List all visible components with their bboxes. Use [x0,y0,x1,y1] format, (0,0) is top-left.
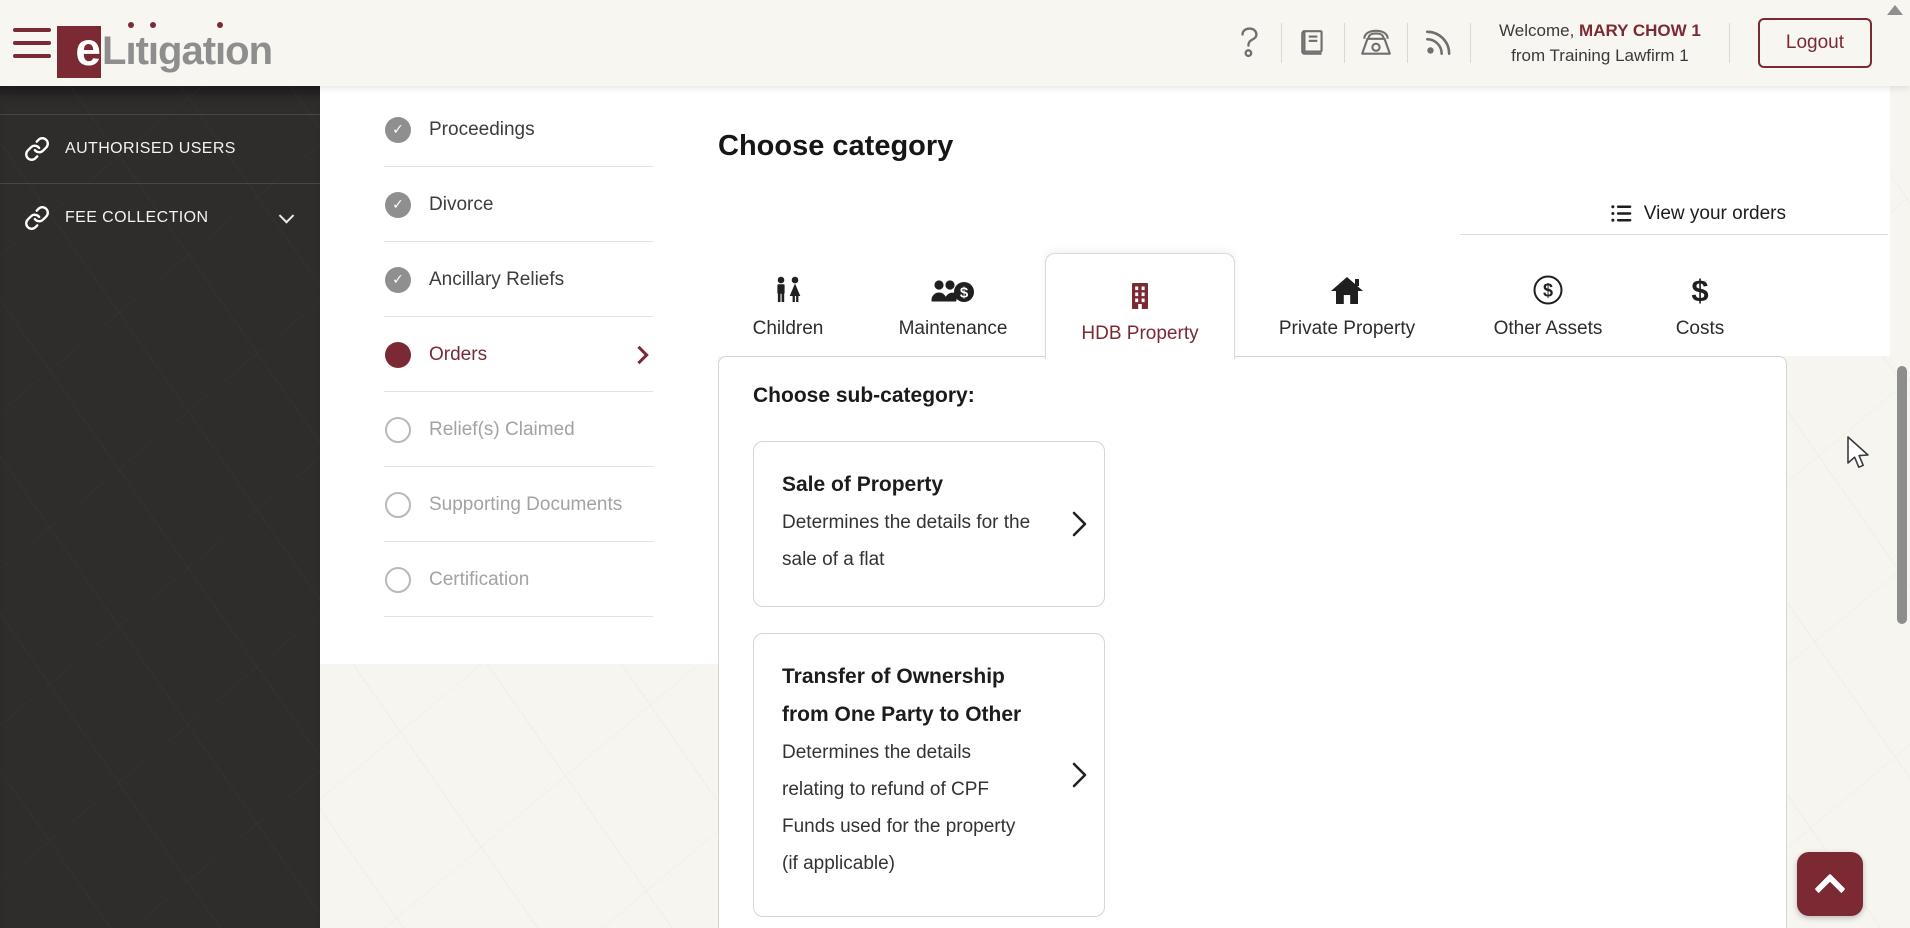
step-upcoming-icon [385,416,411,443]
house-icon [1330,274,1364,306]
sidebar-item-label: FEE COLLECTION [65,209,209,226]
help-icon[interactable] [1219,0,1281,86]
divider [1460,234,1888,235]
list-icon [1611,205,1632,222]
wizard-steps: Proceedings Divorce Ancillary Reliefs Or… [320,86,718,664]
tab-costs[interactable]: $ Costs [1612,254,1788,354]
category-panel: Choose sub-category: Sale of Property De… [718,356,1787,928]
contact-phone-icon[interactable] [1345,0,1407,86]
scroll-to-top-button[interactable] [1797,852,1863,916]
step-supporting-documents: Supporting Documents [320,467,718,542]
firm-name: from Training Lawfirm 1 [1511,46,1689,65]
page-title: Choose category [718,130,954,162]
menu-icon[interactable] [13,28,51,58]
link-icon [25,206,49,230]
tab-private-property[interactable]: Private Property [1259,254,1435,354]
link-icon [25,137,49,161]
dollar-circle-icon: $ [1532,274,1564,306]
view-your-orders-link[interactable]: View your orders [1610,202,1786,225]
tab-children[interactable]: Children [700,254,876,354]
sidebar-item-fee-collection[interactable]: FEE COLLECTION [0,183,320,252]
tab-maintenance[interactable]: $ Maintenance [865,254,1041,354]
tab-other-assets[interactable]: $ Other Assets [1460,254,1636,354]
card-sale-of-property[interactable]: Sale of Property Determines the details … [753,441,1105,607]
card-description: Determines the details for the sale of a… [782,512,1031,570]
sidebar: AUTHORISED USERS FEE COLLECTION [0,86,320,928]
app-header: e Lıtıgatıon Welcome, MARY CHOW 1 from T… [0,0,1910,86]
card-description: Determines the details relating to refun… [782,742,1016,874]
step-orders[interactable]: Orders [320,317,718,392]
children-icon [771,274,805,306]
divider [1728,23,1730,63]
scrollbar-thumb[interactable] [1897,366,1907,624]
step-upcoming-icon [385,491,411,518]
card-transfer-of-ownership[interactable]: Transfer of Ownership from One Party to … [753,633,1105,917]
step-certification: Certification [320,542,718,617]
logout-button[interactable]: Logout [1757,18,1872,68]
chevron-down-icon [278,208,295,224]
step-completed-icon [385,116,411,143]
logo-wordmark: Lıtıgatıon [102,29,273,73]
tab-hdb-property[interactable]: HDB Property [1045,253,1235,359]
card-title: Sale of Property [782,473,944,496]
dollar-icon: $ [1691,273,1709,308]
chevron-right-icon [1072,762,1087,788]
logo-mark: e [57,26,101,78]
divider [1470,23,1472,63]
subcategory-heading: Choose sub-category: [753,384,975,407]
scrollbar-up-arrow[interactable] [1887,5,1903,15]
building-icon [1127,279,1153,311]
mouse-cursor [1847,436,1869,468]
step-proceedings[interactable]: Proceedings [320,92,718,167]
page: e Lıtıgatıon Welcome, MARY CHOW 1 from T… [0,0,1910,928]
app-logo[interactable]: e Lıtıgatıon [57,26,273,78]
svg-text:$: $ [960,285,969,302]
step-ancillary-reliefs[interactable]: Ancillary Reliefs [320,242,718,317]
sidebar-item-label: AUTHORISED USERS [65,140,236,157]
svg-text:$: $ [1543,281,1553,301]
user-name: MARY CHOW 1 [1579,21,1701,40]
card-title: Transfer of Ownership from One Party to … [782,665,1022,726]
step-upcoming-icon [385,566,411,593]
chevron-right-icon [1072,511,1087,537]
chevron-up-icon [1814,873,1846,905]
chevron-right-icon [630,345,649,364]
step-divorce[interactable]: Divorce [320,167,718,242]
header-actions: Welcome, MARY CHOW 1 from Training Lawfi… [1219,0,1872,86]
sidebar-item-authorised-users[interactable]: AUTHORISED USERS [0,114,320,183]
maintenance-icon: $ [930,274,976,306]
step-completed-icon [385,266,411,293]
user-guide-icon[interactable] [1282,0,1344,86]
step-reliefs-claimed: Relief(s) Claimed [320,392,718,467]
scrollbar [1887,0,1910,928]
step-current-icon [385,341,411,368]
news-feed-icon[interactable] [1408,0,1470,86]
step-completed-icon [385,191,411,218]
welcome-text: Welcome, MARY CHOW 1 from Training Lawfi… [1499,18,1701,68]
